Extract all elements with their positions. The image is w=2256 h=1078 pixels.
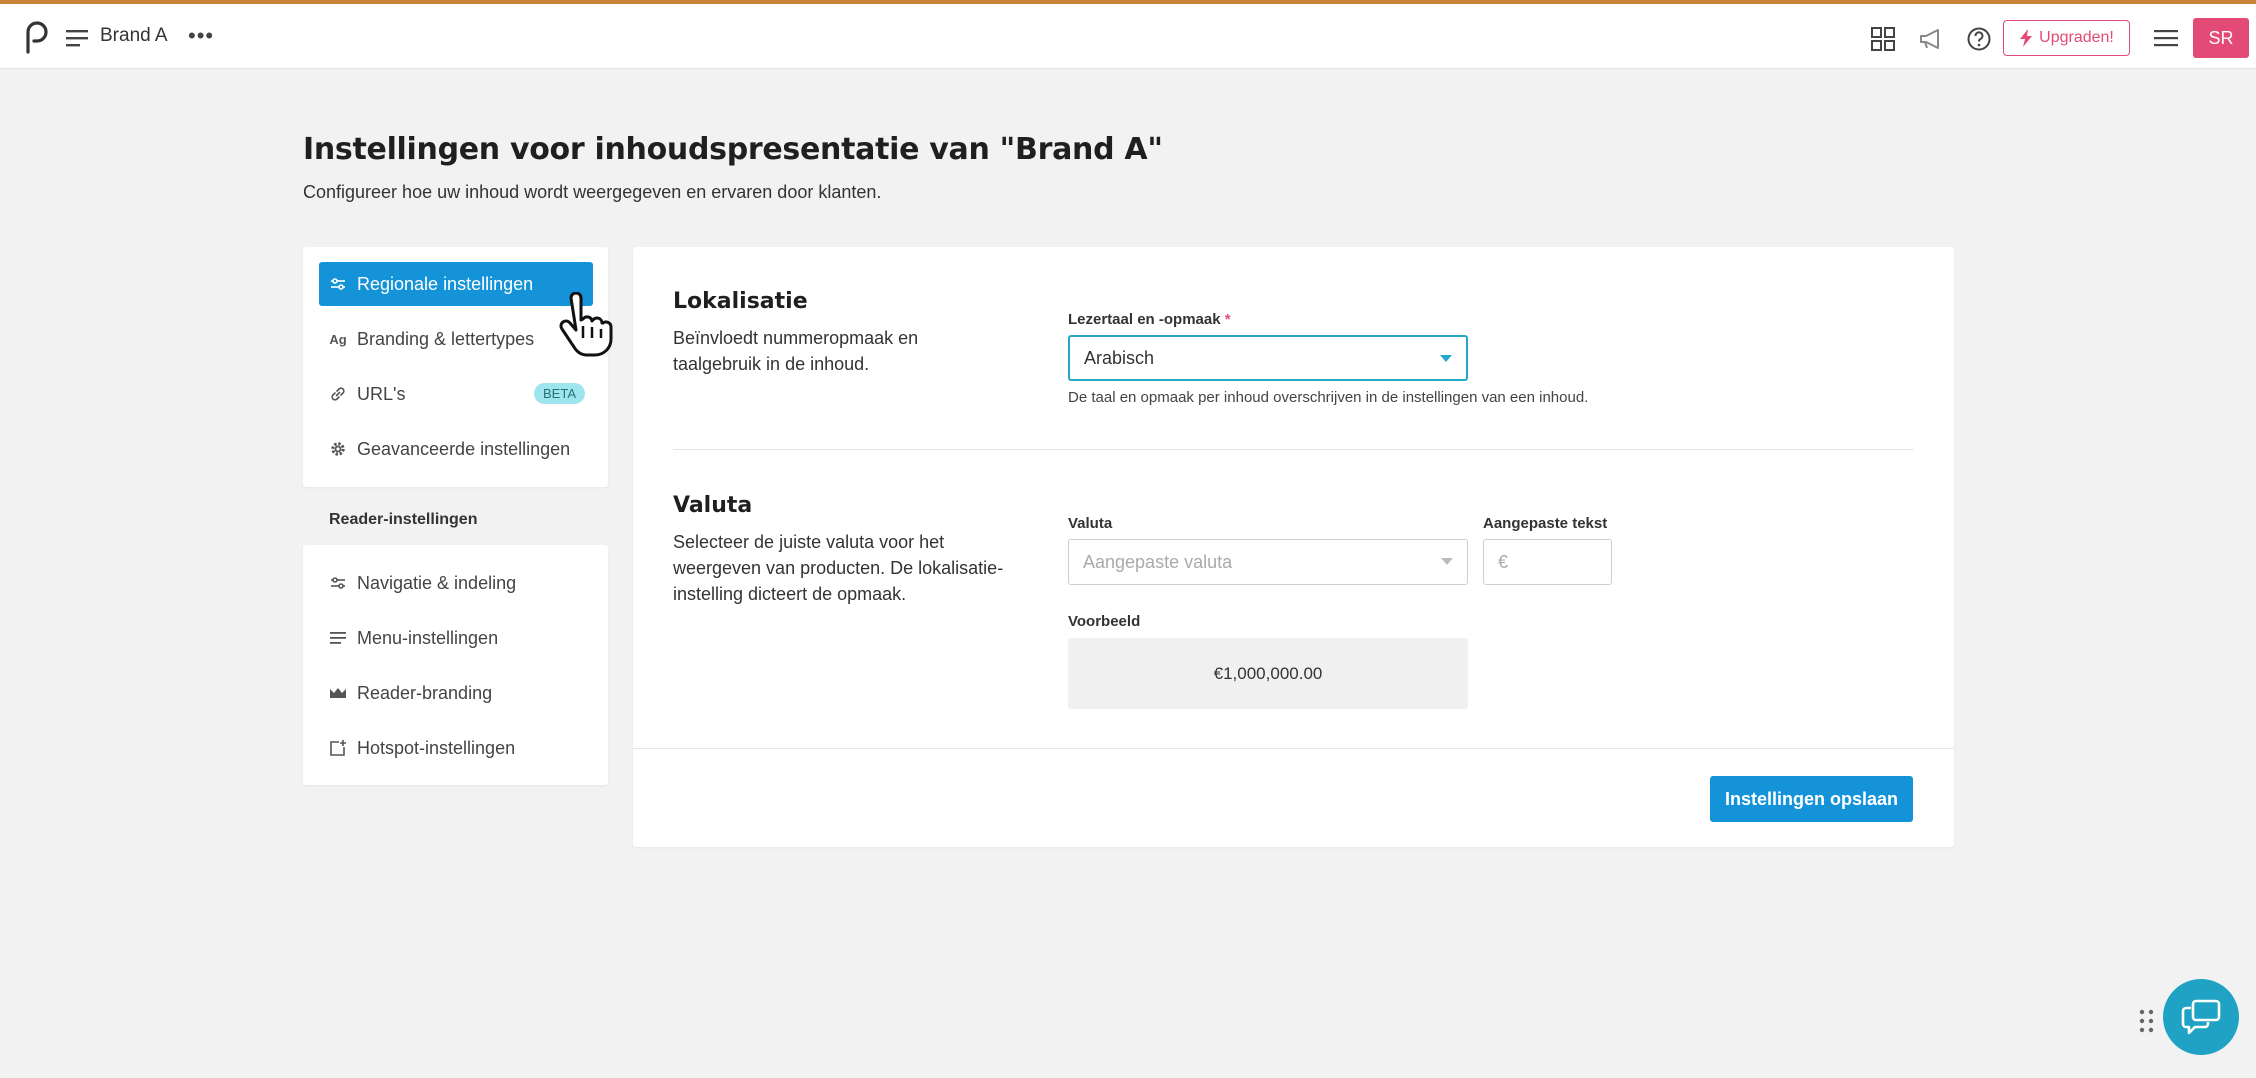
megaphone-icon[interactable] — [1918, 26, 1944, 52]
sidebar-item-label: Menu-instellingen — [357, 627, 499, 648]
settings-nav: Regionale instellingen Ag Branding & let… — [303, 247, 608, 487]
sidebar-item-label: Reader-branding — [357, 682, 493, 703]
currency-preview: €1,000,000.00 — [1068, 638, 1468, 709]
custom-text-placeholder: € — [1498, 551, 1509, 572]
sidebar-item-advanced[interactable]: Geavanceerde instellingen — [319, 427, 593, 471]
chat-icon — [2181, 999, 2221, 1035]
sidebar-item-menu[interactable]: Menu-instellingen — [319, 616, 593, 660]
footer-divider — [633, 748, 1954, 749]
language-field-label: Lezertaal en -opmaak * — [1068, 311, 1231, 328]
sidebar-item-branding[interactable]: Ag Branding & lettertypes — [319, 317, 593, 361]
reader-settings-heading: Reader-instellingen — [329, 511, 478, 528]
chat-button[interactable] — [2163, 979, 2239, 1055]
hand-cursor-icon — [559, 292, 613, 357]
sliders-icon — [331, 278, 345, 290]
localisation-description: Beïnvloedt nummeropmaak en taalgebruik i… — [673, 328, 919, 374]
sidebar-item-label: Geavanceerde instellingen — [357, 438, 571, 459]
sidebar-item-label: Hotspot-instellingen — [357, 737, 516, 758]
preview-label: Voorbeeld — [1068, 613, 1141, 630]
currency-select[interactable]: Aangepaste valuta — [1068, 539, 1468, 585]
page-subtitle: Configureer hoe uw inhoud wordt weergege… — [303, 182, 882, 202]
sidebar-item-reader-branding[interactable]: Reader-branding — [319, 671, 593, 715]
gear-icon — [331, 442, 345, 456]
crown-icon — [330, 688, 346, 698]
link-icon — [331, 387, 345, 401]
menu-icon — [330, 632, 346, 644]
sidebar-item-urls[interactable]: URL's BETA — [319, 372, 593, 416]
language-select[interactable]: Arabisch — [1068, 335, 1468, 381]
page-title: Instellingen voor inhoudspresentatie van… — [303, 132, 1163, 167]
custom-text-label: Aangepaste tekst — [1483, 515, 1608, 532]
settings-panel: Lokalisatie Beïnvloedt nummeropmaak en t… — [633, 247, 1954, 847]
more-options-icon[interactable]: ••• — [188, 25, 214, 47]
section-divider — [673, 449, 1914, 450]
language-help-text: De taal en opmaak per inhoud overschrijv… — [1068, 389, 1589, 406]
currency-field-label: Valuta — [1068, 515, 1113, 532]
reader-settings-nav: Navigatie & indeling Menu-instellingen R… — [303, 545, 608, 785]
chevron-down-icon — [1440, 355, 1452, 362]
apps-grid-icon[interactable] — [1870, 26, 1896, 52]
currency-description: Selecteer de juiste valuta voor het weer… — [673, 532, 1004, 604]
help-icon[interactable] — [1966, 26, 1992, 52]
beta-badge: BETA — [534, 383, 585, 404]
currency-title: Valuta — [673, 493, 753, 518]
sidebar-item-label: Branding & lettertypes — [357, 328, 535, 349]
sidebar-item-label: URL's — [357, 383, 406, 404]
logo-icon[interactable] — [20, 18, 50, 54]
menu-icon[interactable] — [2154, 28, 2178, 48]
sidebar-item-label: Navigatie & indeling — [357, 572, 517, 593]
chevron-down-icon — [1441, 558, 1453, 565]
drag-handle-icon[interactable] — [2138, 1008, 2156, 1034]
brand-name[interactable]: Brand A — [100, 25, 168, 47]
font-icon: Ag — [329, 331, 347, 347]
sidebar-item-label: Regionale instellingen — [357, 273, 534, 294]
save-settings-button[interactable]: Instellingen opslaan — [1710, 776, 1913, 822]
sidebar-item-regional[interactable]: Regionale instellingen — [319, 262, 593, 306]
upgrade-label: Upgraden! — [2039, 29, 2114, 46]
lightning-icon — [2020, 29, 2033, 47]
hotspot-icon — [330, 740, 346, 756]
hamburger-icon[interactable] — [66, 28, 90, 48]
required-mark: * — [1224, 311, 1231, 328]
sidebar-item-navigation[interactable]: Navigatie & indeling — [319, 561, 593, 605]
upgrade-button[interactable]: Upgraden! — [2003, 20, 2130, 56]
language-select-value: Arabisch — [1084, 347, 1155, 368]
avatar[interactable]: SR — [2193, 18, 2249, 58]
custom-text-input[interactable]: € — [1483, 539, 1612, 585]
sidebar-item-hotspot[interactable]: Hotspot-instellingen — [319, 726, 593, 770]
top-bar: Brand A ••• Upgraden! SR — [0, 0, 2256, 69]
sliders-icon — [331, 577, 345, 589]
localisation-title: Lokalisatie — [673, 289, 808, 314]
currency-select-placeholder: Aangepaste valuta — [1083, 551, 1233, 572]
